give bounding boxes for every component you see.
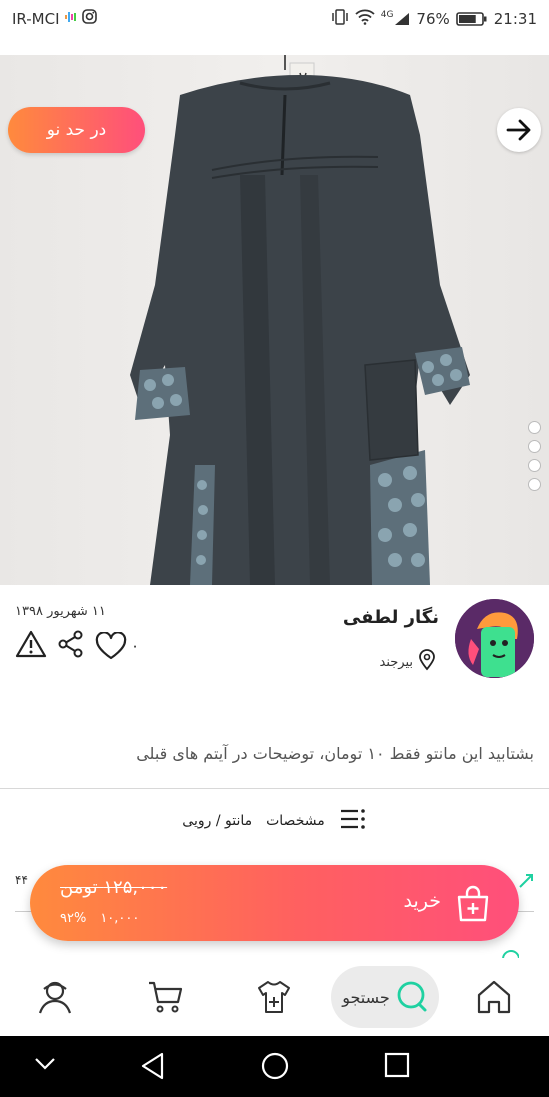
old-price: ۱۲۵,۰۰۰ تومن [60,877,168,898]
seller-location: بیرجند [380,649,438,675]
specs-label: مشخصات [266,813,325,829]
search-icon [397,981,427,1012]
location-pin-icon [417,649,437,675]
add-clothing-icon [258,981,290,1013]
city-label: بیرجند [379,654,414,670]
chevron-down-icon[interactable] [34,1056,56,1075]
buy-label: خرید [403,890,442,912]
battery-icon [455,11,488,27]
nav-cart[interactable] [146,978,184,1020]
system-navigation-bar [0,1036,549,1097]
status-bar: IR-MCI 4G 76% 21:31 [0,0,549,38]
listing-description: بشتابید این مانتو فقط ۱۰ تومان، توضیحات … [136,744,534,763]
clock: 21:31 [493,10,537,28]
share-button[interactable] [57,630,85,662]
system-recents-icon[interactable] [384,1052,410,1082]
new-price: ۱۰,۰۰۰ [100,911,140,926]
seller-avatar[interactable] [455,599,534,678]
battery-percent: 76% [416,10,450,28]
arrow-right-icon [506,119,531,141]
nav-profile[interactable] [36,978,74,1020]
divider [0,788,549,789]
right-panel [370,450,430,585]
left-cuff [135,367,190,420]
listing-date: ۱۱ شهریور ۱۳۹۸ [15,604,106,619]
pager-dot[interactable] [528,421,541,434]
seller-name[interactable]: نگار لطفی [343,607,439,628]
cart-icon [149,981,183,1013]
warning-icon [15,630,47,658]
bottom-navigation: جستجو [0,958,549,1036]
vibrate-icon [331,9,349,29]
profile-icon [38,981,72,1014]
heart-icon [95,632,127,660]
search-label: جستجو [342,987,390,1007]
specs-row[interactable]: مشخصات مانتو / رویی [0,806,549,836]
carrier-label: IR-MCI [12,9,60,28]
expand-icon [516,871,536,895]
shopping-bag-plus-icon [455,885,491,927]
pager-dot[interactable] [528,459,541,472]
system-home-icon[interactable] [261,1052,289,1084]
nav-add-item[interactable] [255,978,293,1020]
like-count: ۰ [131,637,140,655]
image-pager-vertical[interactable] [528,421,541,491]
condition-badge: در حد نو [8,107,145,153]
pager-dot[interactable] [528,440,541,453]
home-icon [477,980,511,1014]
nav-home[interactable] [475,978,513,1020]
podcast-icon [64,10,78,28]
list-icon [339,808,367,834]
right-cuff [415,347,470,395]
system-back-icon[interactable] [140,1052,166,1084]
nav-search[interactable]: جستجو [331,966,439,1028]
instagram-icon [81,9,97,28]
back-button[interactable] [497,108,541,152]
product-image[interactable]: در حد نو [0,55,549,585]
like-button[interactable]: ۰ [95,632,139,660]
category-label: مانتو / رویی [182,813,253,829]
share-icon [58,630,83,658]
wifi-icon [355,9,375,29]
pager-dot[interactable] [528,478,541,491]
signal-icon: 4G [381,10,411,26]
buy-bar[interactable]: خرید ۱۲۵,۰۰۰ تومن ۹۲% ۱۰,۰۰۰ [30,865,519,941]
hidden-count: ۴۴ [15,873,28,887]
discount-percent: ۹۲% [60,911,87,926]
listing-actions: ۰ [15,630,139,662]
price-row: ۹۲% ۱۰,۰۰۰ [60,911,139,926]
report-button[interactable] [15,630,47,662]
